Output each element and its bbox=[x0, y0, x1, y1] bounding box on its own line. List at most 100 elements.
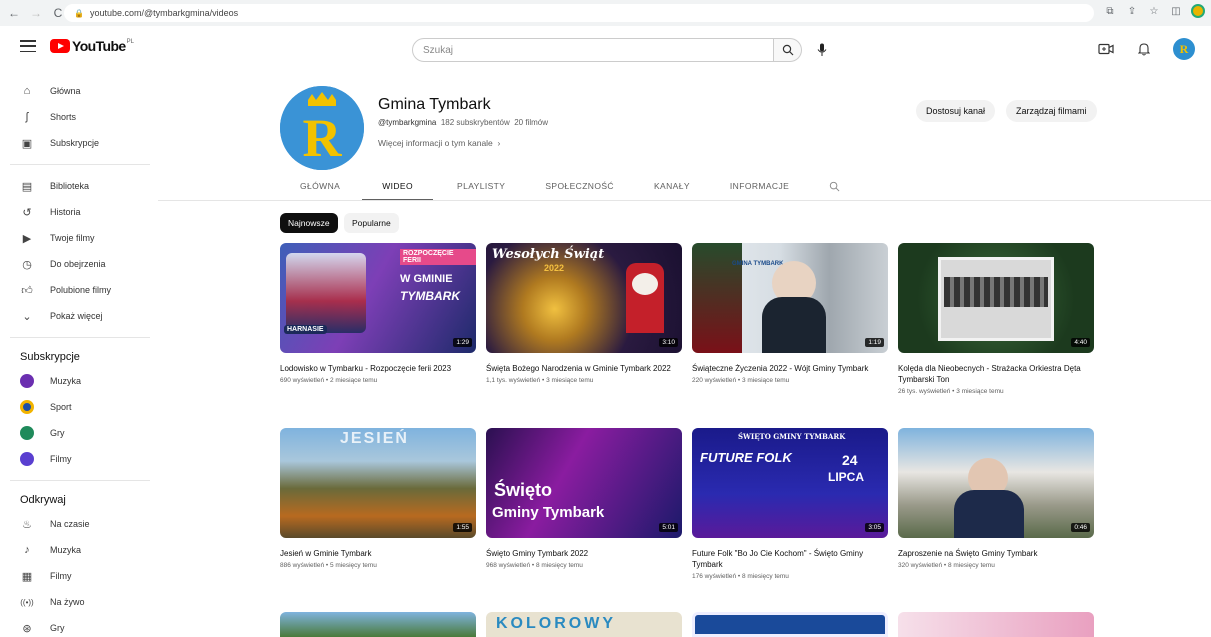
sidebar-item-subscriptions[interactable]: ▣ Subskrypcje bbox=[0, 130, 150, 156]
video-thumbnail[interactable]: Wesołych Świąt 2022 3:10 bbox=[486, 243, 682, 353]
video-thumbnail[interactable] bbox=[692, 612, 888, 637]
video-card[interactable]: ŚWIĘTO GMINY TYMBARK FUTURE FOLK 24 LIPC… bbox=[692, 428, 888, 580]
sidebar-item-your-videos[interactable]: ▶ Twoje filmy bbox=[0, 225, 150, 251]
thumb-text: FUTURE FOLK bbox=[700, 450, 792, 465]
video-thumbnail[interactable]: ROZPOCZĘCIE FERII W GMINIE TYMBARK HARNA… bbox=[280, 243, 476, 353]
video-title[interactable]: Zaproszenie na Święto Gminy Tymbark bbox=[898, 548, 1088, 559]
video-meta: 320 wyświetleń • 8 miesięcy temu bbox=[898, 562, 995, 569]
chip-newest[interactable]: Najnowsze bbox=[280, 213, 338, 233]
more-info-link[interactable]: Więcej informacji o tym kanale › bbox=[378, 138, 500, 148]
sidebar-item-watch-later[interactable]: ◷ Do obejrzenia bbox=[0, 251, 150, 277]
video-thumbnail[interactable]: 4:40 bbox=[898, 243, 1094, 353]
video-thumbnail[interactable] bbox=[898, 612, 1094, 637]
notifications-bell-icon[interactable] bbox=[1135, 40, 1153, 58]
sidebar-item-label: Twoje filmy bbox=[50, 233, 95, 243]
tab-channels[interactable]: KANAŁY bbox=[654, 172, 690, 200]
manage-videos-button[interactable]: Zarządzaj filmami bbox=[1006, 100, 1097, 122]
subscriptions-heading: Subskrypcje bbox=[20, 351, 80, 363]
channel-avatar-large[interactable]: R bbox=[280, 86, 364, 170]
video-thumbnail[interactable]: JESIEŃ 1:55 bbox=[280, 428, 476, 538]
bookmark-star-icon[interactable]: ☆ bbox=[1147, 4, 1161, 18]
video-duration: 1:19 bbox=[865, 338, 884, 347]
account-avatar[interactable]: R bbox=[1173, 38, 1195, 60]
sidebar-item-shorts[interactable]: ʃ Shorts bbox=[0, 104, 150, 130]
search-button[interactable] bbox=[774, 38, 802, 62]
sidebar-item-music[interactable]: ♪ Muzyka bbox=[0, 537, 150, 563]
sidepanel-icon[interactable]: ◫ bbox=[1169, 4, 1183, 18]
chip-popular[interactable]: Popularne bbox=[344, 213, 399, 233]
channel-search-icon[interactable] bbox=[829, 172, 840, 200]
guide-sidebar: ⌂ Główna ʃ Shorts ▣ Subskrypcje ▤ Biblioteka… bbox=[0, 70, 150, 637]
video-card[interactable]: 0:46 Zaproszenie na Święto Gminy Tymbark… bbox=[898, 428, 1094, 569]
share-icon[interactable]: ⇪ bbox=[1125, 4, 1139, 18]
video-thumbnail[interactable]: KOLOROWY bbox=[486, 612, 682, 637]
masthead: YouTube PL Szukaj R bbox=[0, 26, 1211, 70]
sidebar-item-library[interactable]: ▤ Biblioteka bbox=[0, 173, 150, 199]
customize-channel-button[interactable]: Dostosuj kanał bbox=[916, 100, 996, 122]
video-title[interactable]: Świąteczne Życzenia 2022 - Wójt Gminy Ty… bbox=[692, 363, 882, 374]
create-video-icon[interactable] bbox=[1097, 40, 1115, 58]
channel-handle: @tymbarkgmina bbox=[378, 118, 437, 127]
sidebar-sub-music[interactable]: Muzyka bbox=[0, 368, 150, 394]
gaming-icon: ⊛ bbox=[22, 622, 32, 635]
menu-icon[interactable] bbox=[20, 40, 36, 52]
install-icon[interactable]: ⧉ bbox=[1103, 4, 1117, 18]
logo-text: YouTube bbox=[72, 38, 126, 54]
sidebar-item-home[interactable]: ⌂ Główna bbox=[0, 78, 150, 104]
tab-home[interactable]: GŁÓWNA bbox=[300, 172, 340, 200]
video-thumbnail[interactable]: Święto Gminy Tymbark 5:01 bbox=[486, 428, 682, 538]
tab-playlists[interactable]: PLAYLISTY bbox=[457, 172, 505, 200]
sidebar-item-gaming[interactable]: ⊛ Gry bbox=[0, 615, 150, 637]
tab-community[interactable]: SPOŁECZNOŚĆ bbox=[545, 172, 614, 200]
video-thumbnail[interactable] bbox=[280, 612, 476, 637]
sidebar-divider bbox=[10, 164, 150, 165]
search-input[interactable]: Szukaj bbox=[412, 38, 774, 62]
channel-name: Gmina Tymbark bbox=[378, 96, 491, 113]
video-thumbnail[interactable]: GMINA TYMBARK 1:19 bbox=[692, 243, 888, 353]
video-duration: 3:05 bbox=[865, 523, 884, 532]
video-title[interactable]: Jesień w Gminie Tymbark bbox=[280, 548, 470, 559]
video-card[interactable]: 4:40 Kolęda dla Nieobecnych - Strażacka … bbox=[898, 243, 1094, 395]
video-thumbnail[interactable]: ŚWIĘTO GMINY TYMBARK FUTURE FOLK 24 LIPC… bbox=[692, 428, 888, 538]
video-title[interactable]: Lodowisko w Tymbarku - Rozpoczęcie ferii… bbox=[280, 363, 470, 374]
tab-videos[interactable]: WIDEO bbox=[362, 172, 433, 201]
trending-icon: ♨ bbox=[22, 518, 32, 531]
sidebar-item-films[interactable]: ▦ Filmy bbox=[0, 563, 150, 589]
back-icon[interactable]: ← bbox=[6, 5, 22, 21]
video-card[interactable] bbox=[898, 612, 1094, 637]
video-duration: 3:10 bbox=[659, 338, 678, 347]
sidebar-item-label: Na czasie bbox=[50, 519, 90, 529]
video-thumbnail[interactable]: 0:46 bbox=[898, 428, 1094, 538]
sidebar-item-trending[interactable]: ♨ Na czasie bbox=[0, 511, 150, 537]
video-card[interactable]: KOLOROWY bbox=[486, 612, 682, 637]
video-card[interactable]: Wesołych Świąt 2022 3:10 Święta Bożego N… bbox=[486, 243, 682, 384]
video-card[interactable]: ROZPOCZĘCIE FERII W GMINIE TYMBARK HARNA… bbox=[280, 243, 476, 384]
video-card[interactable]: GMINA TYMBARK 1:19 Świąteczne Życzenia 2… bbox=[692, 243, 888, 384]
voice-search-button[interactable] bbox=[812, 40, 832, 60]
thumb-text: Gminy Tymbark bbox=[492, 504, 605, 521]
lock-icon: 🔒 bbox=[74, 8, 84, 18]
video-title[interactable]: Święto Gminy Tymbark 2022 bbox=[486, 548, 676, 559]
sidebar-item-liked[interactable]: 👍︎ Polubione filmy bbox=[0, 277, 150, 303]
video-card[interactable]: JESIEŃ 1:55 Jesień w Gminie Tymbark 886 … bbox=[280, 428, 476, 569]
video-title[interactable]: Future Folk "Bo Jo Cie Kochom" - Święto … bbox=[692, 548, 882, 570]
youtube-logo[interactable]: YouTube PL bbox=[50, 38, 134, 54]
tab-about[interactable]: INFORMACJE bbox=[730, 172, 789, 200]
address-bar[interactable]: 🔒 youtube.com/@tymbarkgmina/videos bbox=[64, 4, 1094, 22]
video-card[interactable] bbox=[280, 612, 476, 637]
video-card[interactable] bbox=[692, 612, 888, 637]
sidebar-item-history[interactable]: ↺ Historia bbox=[0, 199, 150, 225]
video-card[interactable]: Święto Gminy Tymbark 5:01 Święto Gminy T… bbox=[486, 428, 682, 569]
thumb-text: JESIEŃ bbox=[340, 430, 409, 447]
browser-profile-icon[interactable] bbox=[1191, 4, 1205, 18]
channel-avatar bbox=[20, 374, 34, 388]
thumb-text: W GMINIE bbox=[400, 273, 453, 285]
video-title[interactable]: Kolęda dla Nieobecnych - Strażacka Orkie… bbox=[898, 363, 1088, 385]
sidebar-sub-sport[interactable]: Sport bbox=[0, 394, 150, 420]
forward-icon[interactable]: → bbox=[28, 5, 44, 21]
sidebar-sub-movies[interactable]: Filmy bbox=[0, 446, 150, 472]
sidebar-item-show-more[interactable]: ⌄ Pokaż więcej bbox=[0, 303, 150, 329]
video-title[interactable]: Święta Bożego Narodzenia w Gminie Tymbar… bbox=[486, 363, 676, 374]
sidebar-sub-games[interactable]: Gry bbox=[0, 420, 150, 446]
sidebar-item-live[interactable]: ((•)) Na żywo bbox=[0, 589, 150, 615]
